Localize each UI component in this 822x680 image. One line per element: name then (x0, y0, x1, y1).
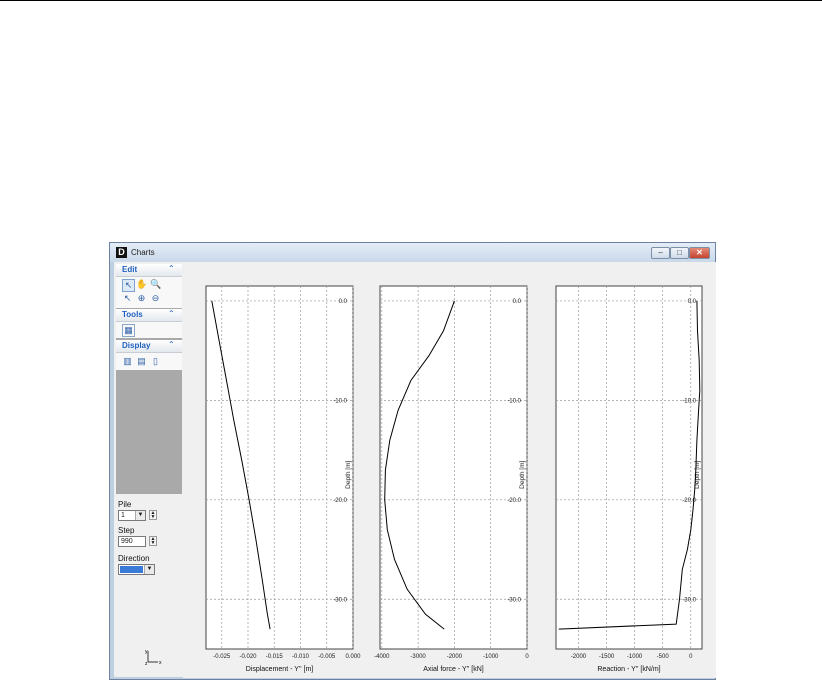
y-tick-label: 0.0 (339, 299, 348, 305)
y-tick-label: -20.0 (507, 498, 521, 504)
y-axis-label: Depth [m] (345, 460, 352, 488)
x-tick-label: -1000 (483, 654, 499, 660)
x-tick-label: -0.005 (318, 654, 336, 660)
y-tick-label: -20.0 (682, 498, 696, 504)
x-tick-label: -0.020 (239, 654, 257, 660)
y-tick-label: -10.0 (507, 398, 521, 404)
y-tick-label: -20.0 (333, 498, 347, 504)
plot-frame (379, 285, 528, 650)
x-tick-label: -2000 (447, 654, 463, 660)
x-tick-label: 0.000 (345, 654, 361, 660)
x-tick-label: -3000 (410, 654, 426, 660)
y-tick-label: -30.0 (507, 597, 521, 603)
plot-frame (205, 285, 354, 650)
x-tick-label: -2000 (571, 654, 587, 660)
x-tick-label: -0.015 (266, 654, 284, 660)
y-tick-label: -30.0 (682, 597, 696, 603)
x-tick-label: -0.025 (213, 654, 231, 660)
x-tick-label: -0.010 (292, 654, 310, 660)
x-axis-label: Reaction - Y'' [kN/m] (597, 666, 660, 673)
charts-canvas: -0.025 -0.020 -0.015 -0.010 -0.005 0.000 0.0 -1… (183, 262, 716, 678)
y-tick-label: 0.0 (688, 299, 697, 305)
y-axis-label: Depth [m] (519, 460, 526, 488)
x-tick-label: -500 (657, 654, 670, 660)
y-tick-label: 0.0 (513, 299, 522, 305)
y-tick-label: -30.0 (333, 597, 347, 603)
x-tick-label: -1000 (627, 654, 643, 660)
x-tick-label: -4000 (374, 654, 390, 660)
y-tick-label: -10.0 (682, 398, 696, 404)
x-axis-label: Displacement - Y'' [m] (246, 666, 314, 673)
x-axis-label: Axial force - Y'' [kN] (423, 666, 484, 673)
x-tick-label: -1500 (599, 654, 615, 660)
y-tick-label: -10.0 (333, 398, 347, 404)
